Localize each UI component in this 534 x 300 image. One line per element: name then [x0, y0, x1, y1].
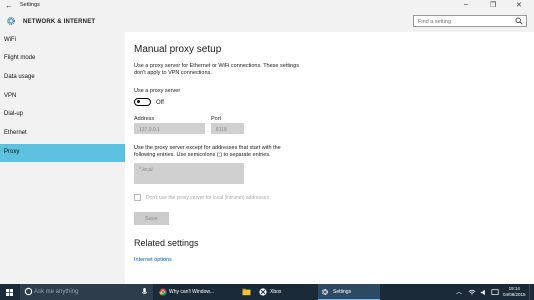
- description-line: don't apply to VPN connections.: [134, 70, 212, 76]
- exceptions-value: *.local: [139, 166, 153, 173]
- file-explorer-icon[interactable]: [242, 288, 251, 296]
- sidebar-item-data-usage[interactable]: Data usage: [0, 69, 125, 87]
- save-button[interactable]: Save: [134, 212, 169, 225]
- proxy-description: Use a proxy server for Ethernet or WiFi …: [134, 63, 299, 77]
- toggle-state-label: Off: [156, 100, 164, 106]
- window-title: Settings: [20, 2, 40, 8]
- sidebar-item-flight-mode[interactable]: Flight mode: [0, 50, 125, 68]
- settings-icon: [321, 288, 329, 296]
- action-center-icon[interactable]: [491, 289, 499, 296]
- sidebar-item-label: Data usage: [4, 74, 35, 80]
- internet-options-link[interactable]: Internet options: [134, 257, 172, 263]
- microphone-icon[interactable]: [141, 288, 148, 296]
- port-label: Port: [211, 116, 222, 122]
- cortana-search-box[interactable]: Ask me anything: [20, 284, 153, 300]
- sidebar-item-wifi[interactable]: WiFi: [0, 32, 125, 50]
- show-desktop-button[interactable]: [529, 284, 534, 300]
- taskbar-task-settings[interactable]: Settings: [318, 284, 380, 300]
- local-addresses-checkbox[interactable]: [134, 194, 141, 201]
- use-proxy-toggle[interactable]: [134, 98, 151, 106]
- maximize-button[interactable]: ❐: [490, 1, 496, 9]
- page-category-title: NETWORK & INTERNET: [23, 18, 96, 25]
- exceptions-description: Use the proxy server except for addresse…: [134, 145, 281, 159]
- address-field[interactable]: 127.0.0.1: [134, 123, 205, 134]
- page-title: Manual proxy setup: [134, 44, 222, 55]
- address-value: 127.0.0.1: [139, 126, 160, 133]
- chrome-icon: [159, 288, 167, 296]
- gear-icon: [7, 17, 15, 25]
- cortana-icon: [24, 287, 33, 296]
- taskbar-task-xbox[interactable]: Xbox: [257, 284, 317, 300]
- taskbar-task-chrome[interactable]: Why can't Window...: [157, 284, 237, 300]
- task-label: Why can't Window...: [169, 289, 214, 295]
- find-setting-search-box[interactable]: Find a setting: [413, 15, 527, 27]
- exceptions-field[interactable]: *.local: [134, 163, 244, 184]
- sidebar-item-proxy[interactable]: Proxy: [0, 144, 125, 162]
- toggle-knob: [137, 100, 140, 104]
- close-button[interactable]: ✕: [516, 1, 522, 9]
- minimize-button[interactable]: –: [464, 1, 468, 8]
- cortana-search-text: Ask me anything: [34, 289, 79, 295]
- task-label: Xbox: [270, 289, 282, 295]
- description-line: following entries. Use semicolons (;) to…: [134, 152, 271, 158]
- address-label: Address: [134, 116, 155, 122]
- volume-icon[interactable]: [480, 289, 488, 296]
- task-label: Settings: [333, 289, 352, 295]
- local-addresses-label: Don't use the proxy server for local (in…: [146, 195, 269, 201]
- sidebar-item-label: WiFi: [4, 37, 16, 43]
- description-line: Use the proxy server except for addresse…: [134, 145, 281, 151]
- sidebar-item-ethernet[interactable]: Ethernet: [0, 125, 125, 143]
- back-arrow-icon[interactable]: ←: [5, 1, 13, 10]
- sidebar-item-vpn[interactable]: VPN: [0, 88, 125, 106]
- port-value: 8118: [216, 126, 227, 133]
- sidebar-item-dial-up[interactable]: Dial-up: [0, 106, 125, 124]
- sidebar-item-label: Proxy: [4, 149, 20, 155]
- network-icon[interactable]: [468, 289, 476, 296]
- search-icon[interactable]: [515, 17, 523, 25]
- save-button-label: Save: [145, 215, 158, 222]
- use-proxy-label: Use a proxy server: [134, 88, 181, 94]
- show-hidden-icons-chevron-icon[interactable]: ︿: [456, 287, 462, 296]
- sidebar-item-label: Ethernet: [4, 130, 27, 136]
- sidebar-item-label: Flight mode: [4, 55, 36, 61]
- related-settings-heading: Related settings: [134, 238, 199, 248]
- port-field[interactable]: 8118: [211, 123, 244, 134]
- sidebar-item-label: Dial-up: [4, 111, 24, 117]
- sidebar-item-label: VPN: [4, 93, 17, 99]
- title-bar: [0, 0, 534, 12]
- search-input[interactable]: Find a setting: [418, 19, 451, 25]
- windows-start-icon[interactable]: [6, 289, 13, 296]
- taskbar-clock[interactable]: 19:14 04/08/2015: [503, 286, 526, 297]
- clock-date: 04/08/2015: [503, 291, 526, 297]
- description-line: Use a proxy server for Ethernet or WiFi …: [134, 63, 299, 69]
- xbox-icon: [259, 288, 267, 296]
